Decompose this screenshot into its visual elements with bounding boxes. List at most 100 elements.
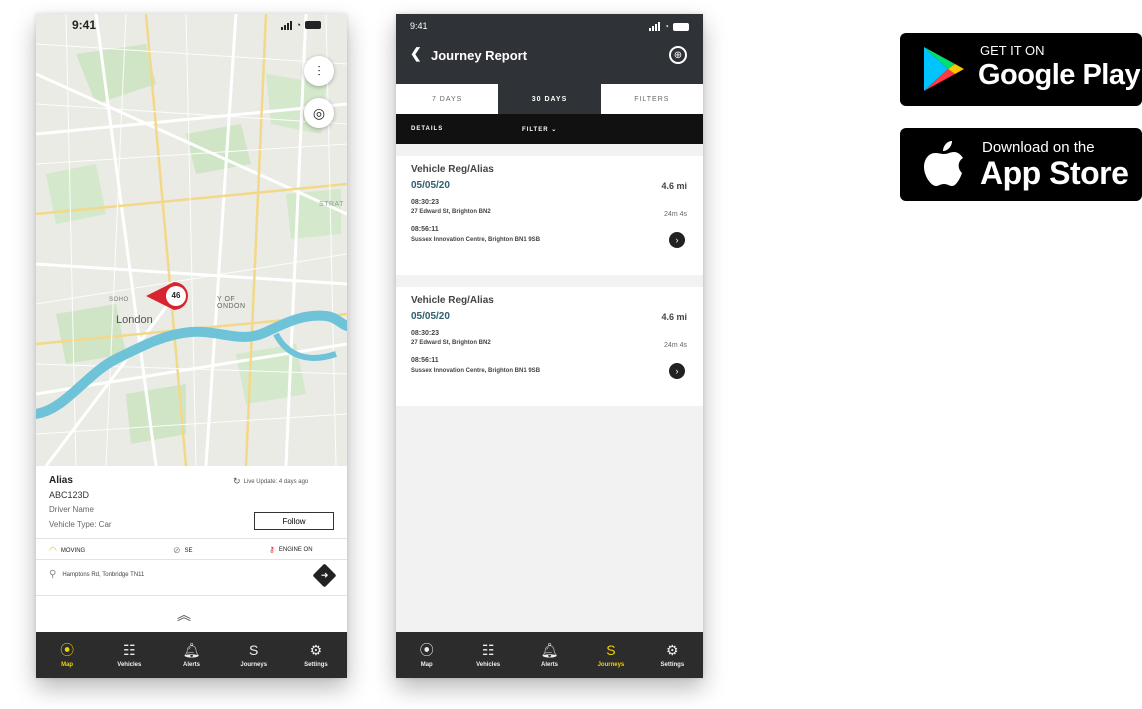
tab-filters[interactable]: FILTERS <box>601 84 703 114</box>
status-icons: ◔ <box>649 22 689 31</box>
journey-start-time: 08:30:23 <box>411 199 440 206</box>
tab-vehicles[interactable]: ☷ Vehicles <box>98 632 160 678</box>
journey-distance: 4.6 mi <box>661 181 687 191</box>
google-play-small-text: GET IT ON <box>980 43 1045 58</box>
back-chevron-icon[interactable]: ❮ <box>410 45 422 62</box>
map-view[interactable]: 9:41 ◔ ⫶ ◎ SOHO London Y OF ONDON STRAT … <box>36 14 347 466</box>
status-bar: 9:41 ◔ <box>36 14 347 36</box>
tab-alerts[interactable]: 🔔︎ Alerts <box>519 632 580 678</box>
google-play-badge[interactable]: GET IT ON Google Play <box>900 33 1142 106</box>
directions-button[interactable]: ➜ <box>312 563 337 588</box>
heading-label: SE <box>184 547 193 554</box>
vehicle-speed: 46 <box>171 291 181 300</box>
app-store-big-text: App Store <box>980 155 1129 191</box>
sub-toolbar: DETAILS FILTER ⌄ <box>396 114 703 144</box>
globe-icon[interactable]: ⊕ <box>669 46 687 64</box>
tab-30-days[interactable]: 30 DAYS <box>498 84 601 114</box>
tab-label: Alerts <box>183 661 201 668</box>
tab-label: Map <box>420 661 433 668</box>
tab-7-days[interactable]: 7 DAYS <box>396 84 498 114</box>
status-time: 9:41 <box>410 21 428 31</box>
status-time: 9:41 <box>72 18 97 32</box>
vehicle-info-panel: Alias ABC123D Driver Name Vehicle Type: … <box>36 466 347 632</box>
map-pin-icon: ⦿ <box>419 641 434 658</box>
google-play-big-text: Google Play <box>978 59 1141 91</box>
map-layers-button[interactable]: ⫶ <box>304 56 334 86</box>
tab-label: Journeys <box>597 661 625 668</box>
signal-icon <box>280 20 292 30</box>
tab-map[interactable]: ⦿ Map <box>396 632 457 678</box>
journey-end-address: Sussex Innovation Centre, Brighton BN1 9… <box>411 237 541 243</box>
chevron-right-icon[interactable]: › <box>669 232 685 248</box>
directions-icon: ➜ <box>320 569 329 580</box>
vehicle-alias: Alias <box>49 475 73 486</box>
divider <box>36 559 347 560</box>
map-graphic <box>36 14 347 466</box>
tab-label: Map <box>61 661 74 668</box>
journey-start-address: 27 Edward St, Brighton BN2 <box>411 209 491 215</box>
journey-start-time: 08:30:23 <box>411 330 440 337</box>
battery-icon <box>305 21 321 29</box>
app-store-small-text: Download on the <box>982 139 1095 156</box>
journey-card[interactable]: Vehicle Reg/Alias 05/05/20 4.6 mi 08:30:… <box>396 287 703 406</box>
journey-end-address: Sussex Innovation Centre, Brighton BN1 9… <box>411 368 541 374</box>
journey-date: 05/05/20 <box>411 311 450 322</box>
signal-icon <box>649 22 661 31</box>
map-label-city: Y OF ONDON <box>217 296 246 310</box>
wifi-icon: ◔ <box>295 20 301 30</box>
crosshair-icon: ◎ <box>312 104 326 121</box>
key-icon: ⚷ <box>269 545 275 554</box>
tab-map[interactable]: ⦿ Map <box>36 632 98 678</box>
divider <box>36 538 347 539</box>
journey-list: Vehicle Reg/Alias 05/05/20 4.6 mi 08:30:… <box>396 156 703 418</box>
tab-label: Vehicles <box>117 661 142 668</box>
heading-status: ⊘ SE <box>173 545 193 556</box>
tab-settings[interactable]: ⚙ Settings <box>642 632 703 678</box>
journey-duration: 24m 4s <box>664 342 687 349</box>
journey-duration: 24m 4s <box>664 211 687 218</box>
tab-vehicles[interactable]: ☷ Vehicles <box>457 632 518 678</box>
moving-status: ◠ MOVING <box>49 545 85 556</box>
gear-icon: ⚙ <box>309 641 323 658</box>
compass-icon: ⊘ <box>173 545 181 555</box>
follow-button[interactable]: Follow <box>254 512 334 530</box>
header: 9:41 ◔ ❮ Journey Report ⊕ <box>396 14 703 84</box>
tab-bar: ⦿ Map ☷ Vehicles 🔔︎ Alerts S Journeys ⚙ … <box>36 632 347 678</box>
chevron-right-icon[interactable]: › <box>669 363 685 379</box>
journeys-icon: S <box>249 641 259 658</box>
tab-journeys[interactable]: S Journeys <box>580 632 641 678</box>
vehicle-reg: ABC123D <box>49 490 90 500</box>
tab-label: Alerts <box>541 661 559 668</box>
tab-alerts[interactable]: 🔔︎ Alerts <box>160 632 222 678</box>
journey-date: 05/05/20 <box>411 180 450 191</box>
vehicles-icon: ☷ <box>123 641 136 658</box>
sliders-icon: ⫶ <box>317 62 321 79</box>
date-range-tabs: 7 DAYS 30 DAYS FILTERS <box>396 84 703 114</box>
battery-icon <box>673 22 689 31</box>
tab-journeys[interactable]: S Journeys <box>223 632 285 678</box>
vehicle-marker[interactable]: 46 <box>144 278 194 314</box>
map-screen: 9:41 ◔ ⫶ ◎ SOHO London Y OF ONDON STRAT … <box>36 14 347 678</box>
tab-label: Settings <box>660 661 685 668</box>
apple-logo-icon <box>924 141 963 186</box>
divider <box>36 595 347 596</box>
filter-dropdown[interactable]: FILTER ⌄ <box>522 126 557 133</box>
app-store-badge[interactable]: Download on the App Store <box>900 128 1142 201</box>
live-update: ↻ Live Update: 4 days ago <box>233 476 308 487</box>
refresh-icon: ↻ <box>233 476 241 486</box>
status-icons: ◔ <box>280 20 321 30</box>
map-label-strat: STRAT <box>319 201 344 208</box>
live-update-text: Live Update: 4 days ago <box>243 478 309 485</box>
vehicles-icon: ☷ <box>481 641 495 658</box>
details-button[interactable]: DETAILS <box>411 126 443 132</box>
journey-start-address: 27 Edward St, Brighton BN2 <box>411 340 491 346</box>
expand-panel-icon[interactable]: ︽ <box>177 605 191 625</box>
journey-card[interactable]: Vehicle Reg/Alias 05/05/20 4.6 mi 08:30:… <box>396 156 703 275</box>
tab-settings[interactable]: ⚙ Settings <box>285 632 347 678</box>
engine-label: ENGINE ON <box>278 546 313 553</box>
locate-me-button[interactable]: ◎ <box>304 98 334 128</box>
vehicle-address: ⚲ Hamptons Rd, Tonbridge TN11 <box>49 569 144 580</box>
page-title: Journey Report <box>431 48 528 63</box>
map-label-london: London <box>116 314 153 326</box>
tab-label: Journeys <box>240 661 268 668</box>
